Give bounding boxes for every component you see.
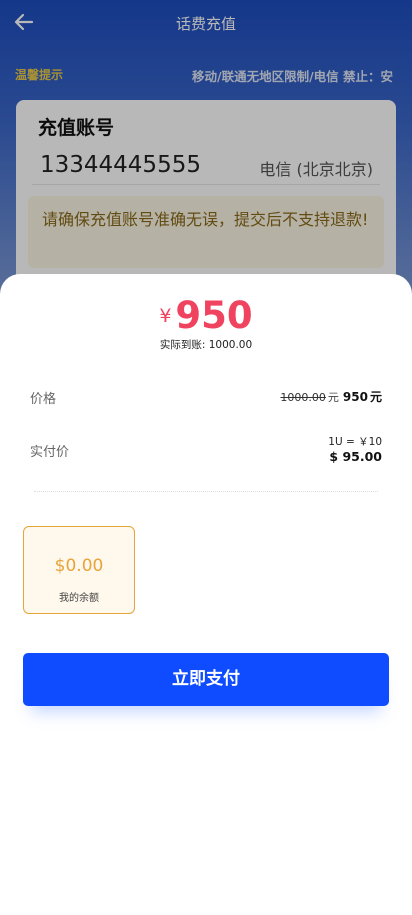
actual-pay-label: 实付价	[30, 445, 70, 460]
received-label: 实际到账:	[159, 339, 206, 351]
balance-label: 我的余额	[59, 593, 99, 604]
amount-display: ¥950	[0, 294, 412, 337]
received-value: 1000.00	[208, 339, 253, 351]
balance-amount: $0.00	[54, 556, 104, 576]
exchange-rate: 1U = ￥10	[328, 436, 382, 448]
original-price: 1000.00	[280, 391, 326, 404]
price-value: 1000.00 元 950 元	[280, 388, 382, 405]
divider	[34, 491, 378, 492]
price-label: 价格	[30, 392, 57, 407]
received-amount: 实际到账: 1000.00	[0, 337, 412, 352]
discount-price: 950	[342, 390, 368, 404]
usd-amount: $ 95.00	[329, 449, 382, 464]
currency-symbol: ¥	[159, 305, 172, 327]
actual-pay-row: 实付价 1U = ￥10 $ 95.00	[30, 432, 382, 468]
price-row: 价格 1000.00 元 950 元	[30, 386, 382, 407]
amount-value: 950	[175, 294, 253, 337]
discount-price-unit: 元	[369, 390, 382, 404]
pay-now-button[interactable]: 立即支付	[23, 653, 389, 706]
original-price-unit: 元	[327, 391, 339, 404]
payment-sheet: ¥950 实际到账: 1000.00 价格 1000.00 元 950 元 实付价 1…	[0, 274, 412, 915]
balance-option[interactable]: $0.00 我的余额	[23, 526, 135, 614]
